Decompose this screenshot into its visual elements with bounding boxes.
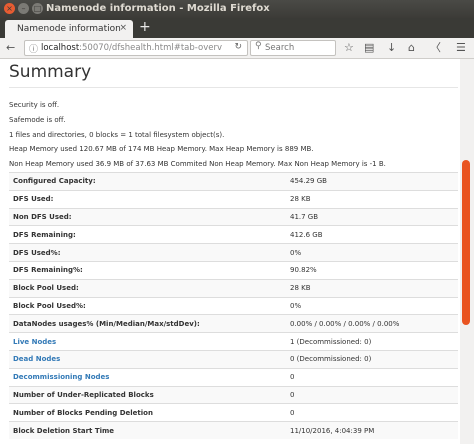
row-value-cell: 11/10/2016, 4:04:39 PM bbox=[286, 421, 458, 439]
table-row: Block Pool Used: 28 KB bbox=[9, 278, 458, 298]
row-key-link[interactable]: Decommissioning Nodes bbox=[13, 373, 109, 381]
url-text[interactable]: localhost:50070/dfshealth.html#tab-overv bbox=[41, 43, 229, 53]
table-row: DFS Remaining: 412.6 GB bbox=[9, 225, 458, 244]
table-row: Decommissioning Nodes 0 bbox=[9, 367, 458, 387]
table-row: Dead Nodes 0 (Decommissioned: 0) bbox=[9, 349, 458, 369]
row-value-cell: 454.29 GB bbox=[286, 172, 458, 191]
row-value-cell: 28 KB bbox=[286, 278, 458, 298]
site-info-icon[interactable]: ⓘ bbox=[29, 42, 38, 55]
table-row: DFS Used%: 0% bbox=[9, 243, 458, 262]
table-row: Non DFS Used: 41.7 GB bbox=[9, 207, 458, 226]
row-key-cell: Number of Under-Replicated Blocks bbox=[9, 385, 286, 404]
non-heap-memory-summary: Non Heap Memory used 36.9 MB of 37.63 MB… bbox=[9, 160, 386, 168]
row-value-cell: 41.7 GB bbox=[286, 207, 458, 226]
downloads-arrow-icon[interactable]: ↓ bbox=[387, 41, 396, 55]
filesystem-objects-summary: 1 files and directories, 0 blocks = 1 to… bbox=[9, 131, 225, 139]
row-value-cell: 0% bbox=[286, 243, 458, 262]
row-value-cell: 90.82% bbox=[286, 260, 458, 280]
table-row: Number of Blocks Pending Deletion 0 bbox=[9, 403, 458, 422]
page-title: Summary bbox=[9, 62, 92, 82]
table-row: Configured Capacity: 454.29 GB bbox=[9, 172, 458, 191]
row-key-cell: Dead Nodes bbox=[9, 349, 286, 369]
heap-memory-summary: Heap Memory used 120.67 MB of 174 MB Hea… bbox=[9, 145, 314, 153]
page-scrollbar-thumb[interactable] bbox=[462, 160, 470, 325]
tab-strip: Namenode information × + bbox=[0, 18, 474, 38]
row-key-cell: Block Pool Used: bbox=[9, 278, 286, 298]
row-value-cell: 28 KB bbox=[286, 189, 458, 209]
summary-table: Configured Capacity: 454.29 GB DFS Used: 28… bbox=[9, 172, 458, 439]
url-host: localhost bbox=[41, 43, 80, 53]
tab-label: Namenode information bbox=[17, 24, 121, 34]
row-value-cell: 0% bbox=[286, 296, 458, 315]
window-title: Namenode information - Mozilla Firefox bbox=[46, 3, 270, 14]
window-close-icon[interactable]: × bbox=[4, 3, 15, 14]
row-key-cell: Number of Blocks Pending Deletion bbox=[9, 403, 286, 422]
row-value-cell: 0 (Decommissioned: 0) bbox=[286, 349, 458, 369]
table-row: Block Deletion Start Time 11/10/2016, 4:0… bbox=[9, 421, 458, 439]
tab-close-icon[interactable]: × bbox=[119, 23, 127, 33]
search-bar[interactable]: ⚲ bbox=[250, 40, 336, 56]
reading-list-icon[interactable]: ▤ bbox=[364, 41, 374, 55]
safemode-status: Safemode is off. bbox=[9, 116, 66, 124]
row-key-link[interactable]: Dead Nodes bbox=[13, 355, 60, 363]
row-key-cell: Decommissioning Nodes bbox=[9, 367, 286, 387]
row-key-link[interactable]: Live Nodes bbox=[13, 338, 56, 346]
url-path: :50070/dfshealth.html#tab-overv bbox=[79, 43, 222, 53]
row-value-cell: 0 bbox=[286, 403, 458, 422]
row-key-cell: Live Nodes bbox=[9, 332, 286, 351]
row-value-cell: 0 bbox=[286, 367, 458, 387]
reload-icon[interactable]: ↻ bbox=[234, 42, 242, 52]
row-key-cell: Block Deletion Start Time bbox=[9, 421, 286, 439]
table-row: DFS Used: 28 KB bbox=[9, 189, 458, 209]
table-row: Block Pool Used%: 0% bbox=[9, 296, 458, 315]
url-bar[interactable]: ⓘ localhost:50070/dfshealth.html#tab-ove… bbox=[24, 40, 248, 56]
pocket-icon[interactable]: 〈 bbox=[430, 41, 441, 55]
security-status: Security is off. bbox=[9, 101, 60, 109]
table-row: DataNodes usages% (Min/Median/Max/stdDev… bbox=[9, 314, 458, 333]
row-key-cell: Configured Capacity: bbox=[9, 172, 286, 191]
row-value-cell: 1 (Decommissioned: 0) bbox=[286, 332, 458, 351]
menu-hamburger-icon[interactable]: ☰ bbox=[456, 41, 466, 55]
row-key-cell: DataNodes usages% (Min/Median/Max/stdDev… bbox=[9, 314, 286, 333]
row-value-cell: 0.00% / 0.00% / 0.00% / 0.00% bbox=[286, 314, 458, 333]
row-value-cell: 412.6 GB bbox=[286, 225, 458, 244]
search-input[interactable] bbox=[265, 42, 331, 53]
home-icon[interactable]: ⌂ bbox=[408, 41, 415, 55]
row-key-cell: Non DFS Used: bbox=[9, 207, 286, 226]
heading-divider bbox=[9, 87, 458, 88]
row-key-cell: DFS Used: bbox=[9, 189, 286, 209]
row-key-cell: DFS Used%: bbox=[9, 243, 286, 262]
tab-namenode-information[interactable]: Namenode information × bbox=[5, 20, 133, 38]
row-value-cell: 0 bbox=[286, 385, 458, 404]
navigation-toolbar: ← ⓘ localhost:50070/dfshealth.html#tab-o… bbox=[0, 38, 474, 59]
table-row: Number of Under-Replicated Blocks 0 bbox=[9, 385, 458, 404]
table-row: Live Nodes 1 (Decommissioned: 0) bbox=[9, 332, 458, 351]
row-key-cell: Block Pool Used%: bbox=[9, 296, 286, 315]
back-arrow-icon[interactable]: ← bbox=[6, 41, 15, 55]
window-titlebar: × – □ Namenode information - Mozilla Fir… bbox=[0, 0, 474, 18]
window-maximize-icon[interactable]: □ bbox=[32, 3, 43, 14]
row-key-cell: DFS Remaining%: bbox=[9, 260, 286, 280]
page-content: Summary Security is off. Safemode is off… bbox=[0, 59, 460, 444]
bookmark-star-icon[interactable]: ☆ bbox=[344, 41, 354, 55]
search-icon: ⚲ bbox=[255, 41, 262, 51]
new-tab-button[interactable]: + bbox=[139, 19, 151, 35]
row-key-cell: DFS Remaining: bbox=[9, 225, 286, 244]
window-minimize-icon[interactable]: – bbox=[18, 3, 29, 14]
table-row: DFS Remaining%: 90.82% bbox=[9, 260, 458, 280]
